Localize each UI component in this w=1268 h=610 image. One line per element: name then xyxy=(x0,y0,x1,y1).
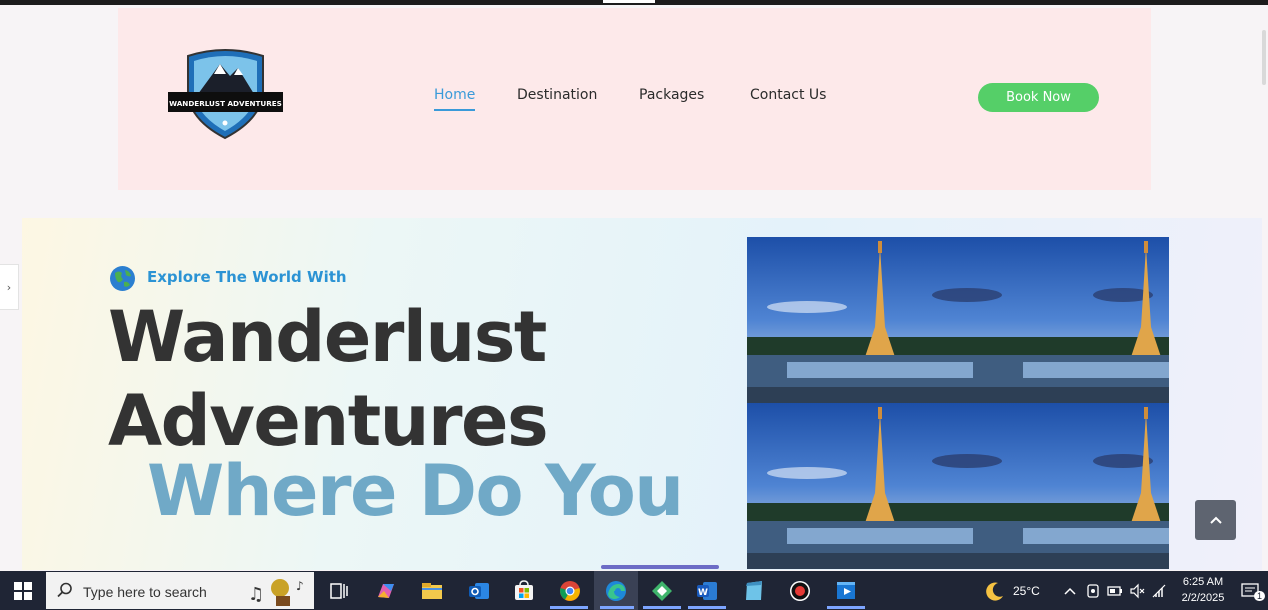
notification-center-button[interactable]: 1 xyxy=(1240,571,1266,610)
search-placeholder: Type here to search xyxy=(83,584,207,600)
nav-link-home[interactable]: Home xyxy=(434,87,475,103)
hero-headline-line-1: Wanderlust xyxy=(108,296,547,378)
chevron-up-icon xyxy=(1209,516,1222,524)
task-view-icon[interactable] xyxy=(325,577,353,605)
app-icon[interactable] xyxy=(648,577,676,605)
svg-text:♪: ♪ xyxy=(296,579,304,593)
nav-link-contact-us[interactable]: Contact Us xyxy=(750,87,826,103)
globe-icon xyxy=(109,265,136,292)
app-running-indicator xyxy=(643,606,681,609)
book-now-button[interactable]: Book Now xyxy=(978,83,1099,112)
edge-icon[interactable] xyxy=(602,577,630,605)
record-icon[interactable] xyxy=(786,577,814,605)
weather-temperature: 25°C xyxy=(1013,583,1040,598)
word-icon[interactable]: W xyxy=(693,577,721,605)
nav-link-packages[interactable]: Packages xyxy=(639,87,704,103)
hero-eyebrow: Explore The World With xyxy=(147,268,347,286)
search-icon xyxy=(57,582,72,598)
eiffel-tower-photo xyxy=(1013,237,1169,403)
page-scrollbar[interactable] xyxy=(1262,30,1266,85)
site-logo[interactable]: WANDERLUST ADVENTURES xyxy=(168,46,283,141)
browser-tab-indicator[interactable] xyxy=(603,0,655,3)
chrome-icon[interactable] xyxy=(556,577,584,605)
gramophone-icon: ♫ ♪ xyxy=(248,579,304,606)
taskbar-search-box[interactable]: Type here to search ♫ ♪ xyxy=(46,572,314,609)
windows-taskbar: Type here to search ♫ ♪ W 25°C 6:25 AM 2… xyxy=(0,571,1268,610)
browser-top-bar xyxy=(0,0,1268,5)
notepad-icon[interactable] xyxy=(740,577,768,605)
hero-photo-grid xyxy=(747,237,1169,569)
eiffel-tower-photo xyxy=(747,403,1013,569)
start-button[interactable] xyxy=(0,571,46,610)
nav-active-underline xyxy=(434,109,475,111)
windows-logo-icon xyxy=(14,581,32,600)
file-explorer-icon[interactable] xyxy=(418,577,446,605)
microsoft-store-icon[interactable] xyxy=(510,577,538,605)
system-tray xyxy=(1063,571,1167,610)
media-player-icon[interactable] xyxy=(832,577,860,605)
outlook-icon[interactable] xyxy=(465,577,493,605)
chevron-up-icon[interactable] xyxy=(1063,584,1077,598)
hero-slider-indicator[interactable] xyxy=(601,565,719,569)
hero-headline-line-2: Adventures xyxy=(108,380,549,462)
eiffel-tower-photo xyxy=(1013,403,1169,569)
svg-text:W: W xyxy=(698,588,708,598)
meet-now-icon[interactable] xyxy=(1085,583,1101,599)
clock-date: 2/2/2025 xyxy=(1181,592,1225,604)
nav-link-destination[interactable]: Destination xyxy=(517,87,597,103)
edge-running-indicator xyxy=(600,606,634,609)
svg-text:♫: ♫ xyxy=(248,584,264,605)
site-header: WANDERLUST ADVENTURES Home Destination P… xyxy=(118,8,1151,190)
word-running-indicator xyxy=(688,606,726,609)
clock-time: 6:25 AM xyxy=(1182,576,1224,588)
eiffel-tower-photo xyxy=(747,237,1013,403)
logo-text: WANDERLUST ADVENTURES xyxy=(169,99,282,108)
sidebar-expand-toggle[interactable]: › xyxy=(0,264,19,310)
scroll-to-top-button[interactable] xyxy=(1195,500,1236,540)
hero-headline-line-3: Where Do You xyxy=(147,450,684,532)
wifi-icon[interactable] xyxy=(1151,583,1167,599)
notification-badge: 1 xyxy=(1254,591,1266,601)
logo-badge-icon: WANDERLUST ADVENTURES xyxy=(168,49,283,140)
volume-muted-icon[interactable] xyxy=(1129,583,1145,599)
weather-widget[interactable]: 25°C xyxy=(984,571,1040,610)
copilot-icon[interactable] xyxy=(372,577,400,605)
battery-icon[interactable] xyxy=(1107,583,1123,599)
moon-icon xyxy=(986,582,1003,601)
chrome-running-indicator xyxy=(550,606,588,609)
taskbar-clock[interactable]: 6:25 AM 2/2/2025 xyxy=(1176,574,1230,606)
media-player-running-indicator xyxy=(827,606,865,609)
